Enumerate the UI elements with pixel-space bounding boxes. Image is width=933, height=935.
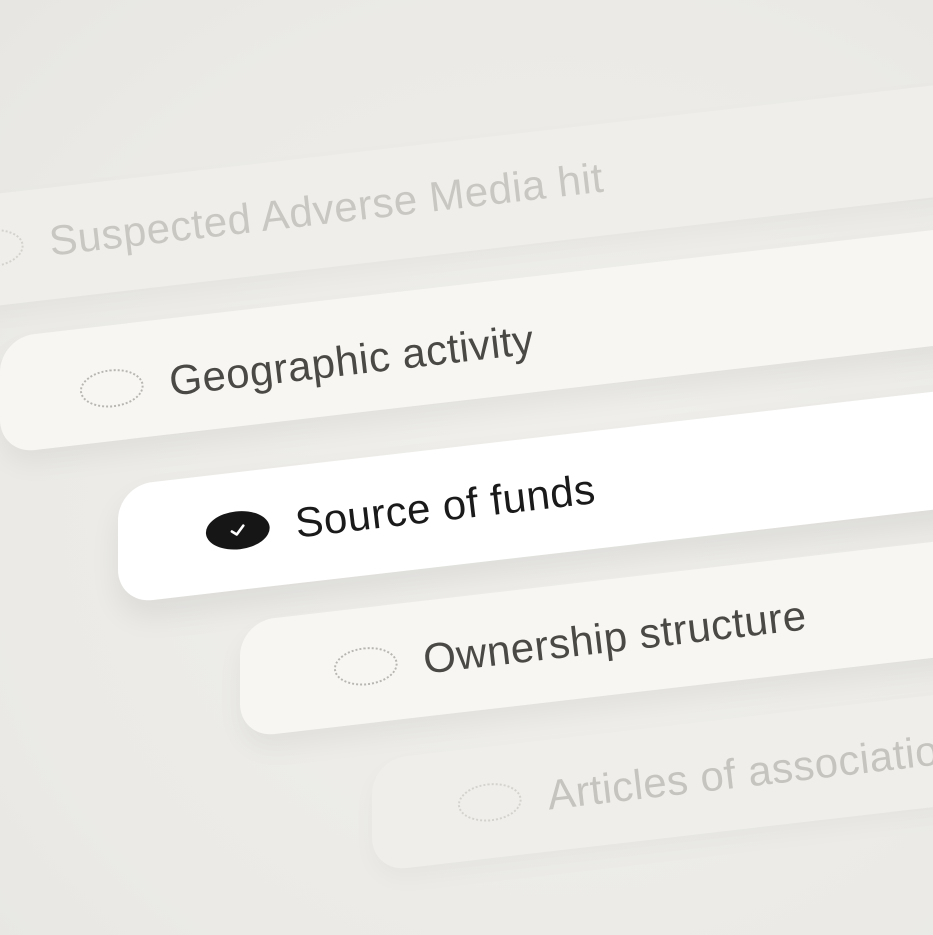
checkmark-icon xyxy=(230,524,245,536)
pending-status-icon xyxy=(0,225,26,271)
pending-status-icon xyxy=(455,779,524,825)
pending-status-icon xyxy=(77,365,146,411)
pending-status-icon xyxy=(331,643,400,689)
checklist-stage: Suspected Adverse Media hit Geographic a… xyxy=(0,0,933,935)
check-circle-icon xyxy=(203,507,272,553)
